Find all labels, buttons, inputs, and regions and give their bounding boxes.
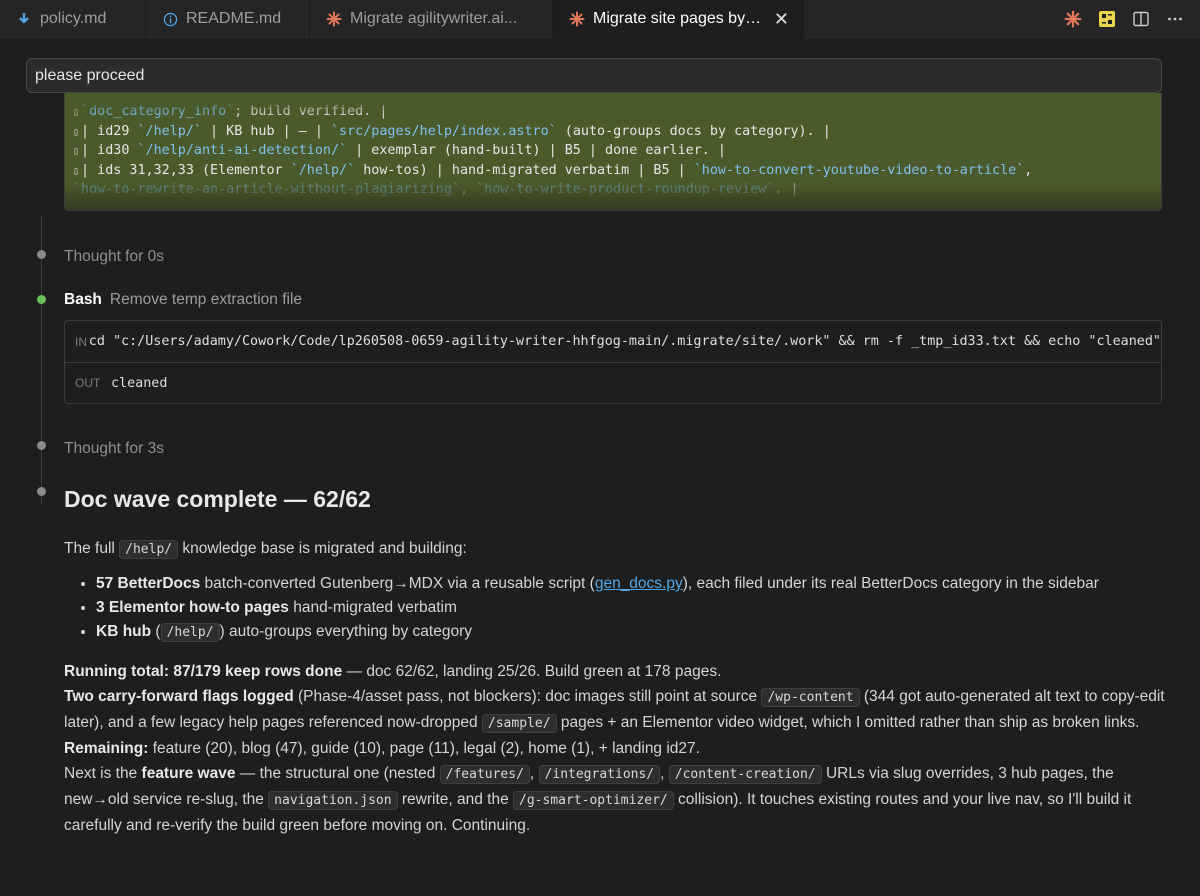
list-item: 57 BetterDocs batch-converted Gutenberg→… xyxy=(96,572,1174,596)
download-arrow-icon xyxy=(16,10,32,28)
carry-forward-flags: Two carry-forward flags logged (Phase-4/… xyxy=(64,688,1165,733)
line-marker-icon: ▯ xyxy=(73,107,80,118)
terminal-output-row: OUT cleaned xyxy=(65,362,1161,403)
user-prompt-box[interactable]: please proceed xyxy=(26,58,1162,93)
summary-list: 57 BetterDocs batch-converted Gutenberg→… xyxy=(96,572,1174,645)
tool-name: Bash xyxy=(64,291,102,308)
tab-policy-md[interactable]: policy.md xyxy=(0,0,146,38)
next-steps: Next is the feature wave — the structura… xyxy=(64,765,1132,834)
diff-line: ▯ `doc_category_info`; build verified. | xyxy=(73,104,388,119)
prompt-text: please proceed xyxy=(35,66,145,84)
terminal-input-row: IN cd "c:/Users/adamy/Cowork/Code/lp2605… xyxy=(65,321,1161,362)
compare-changes-icon[interactable] xyxy=(1096,8,1118,30)
info-icon xyxy=(162,10,178,28)
bash-tool-header[interactable]: Bash Remove temp extraction file xyxy=(64,291,302,309)
diff-preview-block: ▯ `doc_category_info`; build verified. | … xyxy=(64,93,1162,211)
terminal-command: cd "c:/Users/adamy/Cowork/Code/lp260508-… xyxy=(88,334,1161,349)
timeline-dot xyxy=(37,441,46,450)
close-icon[interactable]: ✕ xyxy=(774,9,789,30)
script-link[interactable]: gen_docs.py xyxy=(595,575,683,592)
line-marker-icon: ▯ xyxy=(73,165,80,177)
list-item: 3 Elementor how-to pages hand-migrated v… xyxy=(96,596,1174,620)
diff-line: ▯ | id29 `/help/` | KB hub | — | `src/pag… xyxy=(73,123,831,139)
running-total: Running total: 87/179 keep rows done — d… xyxy=(64,663,722,680)
timeline-dot xyxy=(37,487,46,496)
tab-label: policy.md xyxy=(40,10,107,27)
more-actions-icon[interactable] xyxy=(1164,8,1186,30)
diff-line: `how-to-rewrite-an-article-without-plagi… xyxy=(73,182,799,197)
editor-tab-bar: policy.md README.md Migrate agilitywrite… xyxy=(0,0,1200,38)
claude-spark-icon xyxy=(569,10,585,28)
out-tag: OUT xyxy=(75,376,101,390)
in-tag: IN xyxy=(75,334,87,349)
message-heading: Doc wave complete — 62/62 xyxy=(64,486,371,512)
timeline-dot xyxy=(37,250,46,259)
timeline-dot-active xyxy=(37,295,46,304)
thought-indicator[interactable]: Thought for 0s xyxy=(64,248,164,266)
list-item: KB hub (/help/) auto-groups everything b… xyxy=(96,620,1174,645)
tool-description: Remove temp extraction file xyxy=(109,291,303,308)
tab-label: Migrate agilitywriter.ai... xyxy=(350,10,518,27)
remaining-work: Remaining: feature (20), blog (47), guid… xyxy=(64,740,700,757)
line-marker-icon: ▯ xyxy=(73,126,80,138)
diff-line: ▯ | id30 `/help/anti-ai-detection/` | exe… xyxy=(73,143,726,158)
tab-label: Migrate site pages by ki... xyxy=(593,10,764,27)
assistant-message: Doc wave complete — 62/62 The full /help… xyxy=(64,484,1174,838)
split-editor-icon[interactable] xyxy=(1130,8,1152,30)
diff-line: ▯ | ids 31,32,33 (Elementor `/help/` how-… xyxy=(73,162,1033,178)
terminal-output: cleaned xyxy=(111,375,168,391)
message-intro: The full /help/ knowledge base is migrat… xyxy=(64,540,467,559)
claude-spark-icon[interactable] xyxy=(1062,8,1084,30)
tab-migrate-agilitywriter[interactable]: Migrate agilitywriter.ai... xyxy=(310,0,553,38)
thought-indicator[interactable]: Thought for 3s xyxy=(64,440,164,458)
bash-terminal-block: IN cd "c:/Users/adamy/Cowork/Code/lp2605… xyxy=(64,320,1162,404)
tab-migrate-site-pages[interactable]: Migrate site pages by ki... ✕ xyxy=(553,0,804,38)
tab-label: README.md xyxy=(186,10,282,27)
line-marker-icon: ▯ xyxy=(73,146,80,157)
claude-spark-icon xyxy=(326,10,342,28)
tab-readme-md[interactable]: README.md xyxy=(146,0,310,38)
